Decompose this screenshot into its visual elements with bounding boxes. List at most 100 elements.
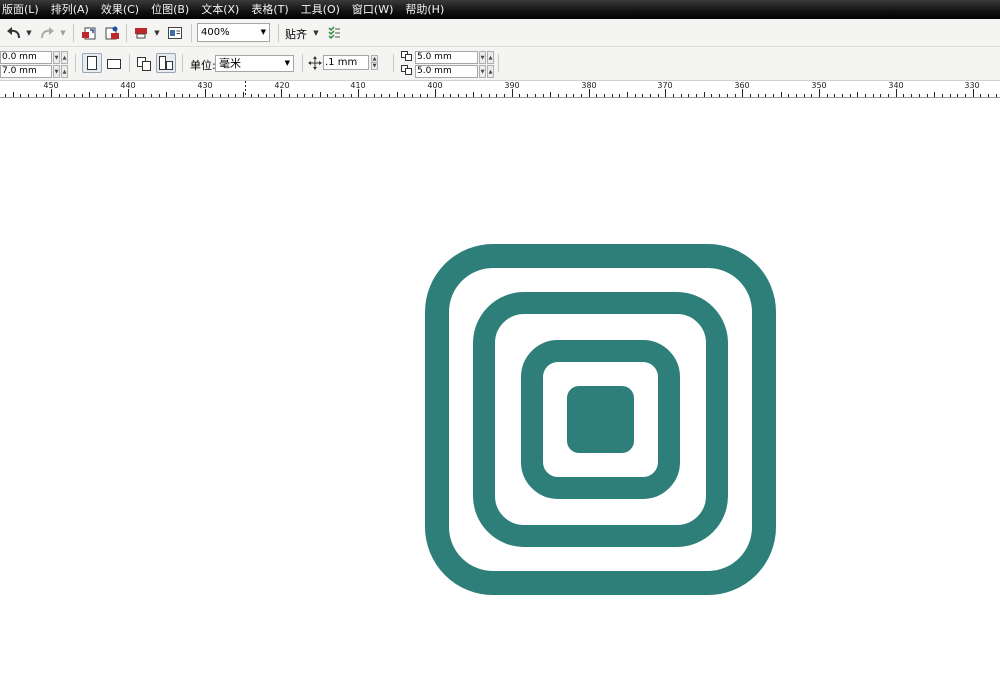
- concentric-squares-graphic[interactable]: [425, 244, 776, 595]
- menu-layout[interactable]: 版面(L): [0, 0, 48, 19]
- nudge-icon: [308, 56, 322, 70]
- ruler-tick: [397, 92, 398, 97]
- page-width-field[interactable]: 0.0 mm: [0, 51, 52, 64]
- horizontal-ruler[interactable]: 450 440 430 420 410 400 390 380 370 360 …: [0, 81, 1000, 98]
- toolbar-separator: [73, 24, 74, 42]
- page-width-spin[interactable]: ▲: [61, 51, 68, 64]
- ruler-tick: [865, 94, 866, 97]
- duplicate-y-down-spin[interactable]: ▼: [479, 65, 486, 78]
- ruler-tick: [251, 94, 252, 97]
- ruler-tick: [911, 94, 912, 97]
- duplicate-x-up-spin[interactable]: ▲: [487, 51, 494, 64]
- toolbar-separator: [278, 24, 279, 42]
- propbar-separator: [393, 54, 394, 72]
- page-height-value: 7.0 mm: [2, 66, 37, 76]
- nudge-icon-wrap: [307, 53, 323, 73]
- propbar-separator: [182, 54, 183, 72]
- unit-select[interactable]: 毫米 ▼: [215, 55, 294, 72]
- ruler-tick: [297, 94, 298, 97]
- menu-text[interactable]: 文本(X): [198, 0, 248, 19]
- undo-button[interactable]: [3, 23, 25, 43]
- ruler-tick: [351, 94, 352, 97]
- duplicate-y-field[interactable]: 5.0 mm: [415, 65, 478, 78]
- ruler-tick: [335, 94, 336, 97]
- ruler-tick: [435, 89, 436, 97]
- ruler-tick: [105, 94, 106, 97]
- nudge-down-spin[interactable]: ▼: [371, 62, 378, 70]
- ruler-tick: [151, 94, 152, 97]
- ruler-tick: [842, 94, 843, 97]
- redo-dropdown[interactable]: ▼: [59, 23, 67, 43]
- ruler-tick: [604, 94, 605, 97]
- drawing-canvas[interactable]: [0, 98, 1000, 687]
- ruler-tick: [973, 89, 974, 97]
- ruler-tick: [642, 94, 643, 97]
- ruler-tick: [681, 94, 682, 97]
- app-launcher-button[interactable]: [165, 23, 185, 43]
- ruler-tick: [619, 94, 620, 97]
- menu-window[interactable]: 窗口(W): [349, 0, 402, 19]
- zoom-level-select[interactable]: 400% ▼: [197, 23, 270, 42]
- duplicate-y-up-spin[interactable]: ▲: [487, 65, 494, 78]
- ruler-tick: [289, 94, 290, 97]
- all-pages-icon: [137, 57, 151, 71]
- toolbar-separator: [191, 24, 192, 42]
- redo-button[interactable]: [37, 23, 57, 43]
- duplicate-x-field[interactable]: 5.0 mm: [415, 51, 478, 64]
- publish-pdf-button[interactable]: [131, 23, 151, 43]
- ruler-tick: [612, 94, 613, 97]
- ruler-tick: [312, 94, 313, 97]
- menu-tools[interactable]: 工具(O): [298, 0, 349, 19]
- ruler-tick: [873, 94, 874, 97]
- ruler-tick: [727, 94, 728, 97]
- ruler-tick: [658, 94, 659, 97]
- ruler-tick: [581, 94, 582, 97]
- duplicate-y-icon: [400, 64, 412, 75]
- ruler-tick: [888, 94, 889, 97]
- menu-help[interactable]: 帮助(H): [402, 0, 453, 19]
- ruler-tick: [243, 92, 244, 97]
- duplicate-y-icon-wrap: [400, 64, 414, 76]
- undo-dropdown[interactable]: ▼: [25, 23, 33, 43]
- ruler-tick: [159, 94, 160, 97]
- ruler-tick: [466, 94, 467, 97]
- ruler-tick: [558, 94, 559, 97]
- ruler-tick: [934, 92, 935, 97]
- current-page-button[interactable]: [156, 53, 176, 73]
- import-button[interactable]: [79, 23, 99, 43]
- ruler-tick: [834, 94, 835, 97]
- portrait-button[interactable]: [82, 53, 102, 73]
- export-button[interactable]: [102, 23, 122, 43]
- duplicate-x-down-spin[interactable]: ▼: [479, 51, 486, 64]
- ruler-tick: [519, 94, 520, 97]
- page-height-field[interactable]: 7.0 mm: [0, 65, 52, 78]
- propbar-separator: [129, 54, 130, 72]
- ruler-tick: [443, 94, 444, 97]
- ruler-tick: [673, 94, 674, 97]
- snap-options-button[interactable]: [325, 23, 343, 43]
- menu-table[interactable]: 表格(T): [248, 0, 297, 19]
- ruler-tick: [965, 94, 966, 97]
- page-height-spin[interactable]: ▲: [61, 65, 68, 78]
- publish-dropdown[interactable]: ▼: [153, 23, 161, 43]
- ruler-tick: [404, 94, 405, 97]
- ruler-tick: [827, 94, 828, 97]
- ruler-tick: [381, 94, 382, 97]
- ruler-tick: [274, 94, 275, 97]
- portrait-icon: [87, 56, 97, 70]
- ruler-tick: [59, 94, 60, 97]
- snap-dropdown[interactable]: ▼: [312, 23, 320, 43]
- page-height-unit-spin[interactable]: ▼: [53, 65, 60, 78]
- menu-bitmaps[interactable]: 位图(B): [148, 0, 198, 19]
- snap-to-button[interactable]: 贴齐: [285, 26, 307, 42]
- ruler-tick: [28, 94, 29, 97]
- menu-effects[interactable]: 效果(C): [98, 0, 148, 19]
- ruler-tick: [358, 89, 359, 97]
- ruler-tick: [481, 94, 482, 97]
- all-pages-button[interactable]: [134, 54, 154, 74]
- ruler-tick: [550, 92, 551, 97]
- menu-arrange[interactable]: 排列(A): [48, 0, 98, 19]
- nudge-distance-field[interactable]: .1 mm: [323, 55, 369, 70]
- landscape-button[interactable]: [104, 54, 124, 74]
- page-width-unit-spin[interactable]: ▼: [53, 51, 60, 64]
